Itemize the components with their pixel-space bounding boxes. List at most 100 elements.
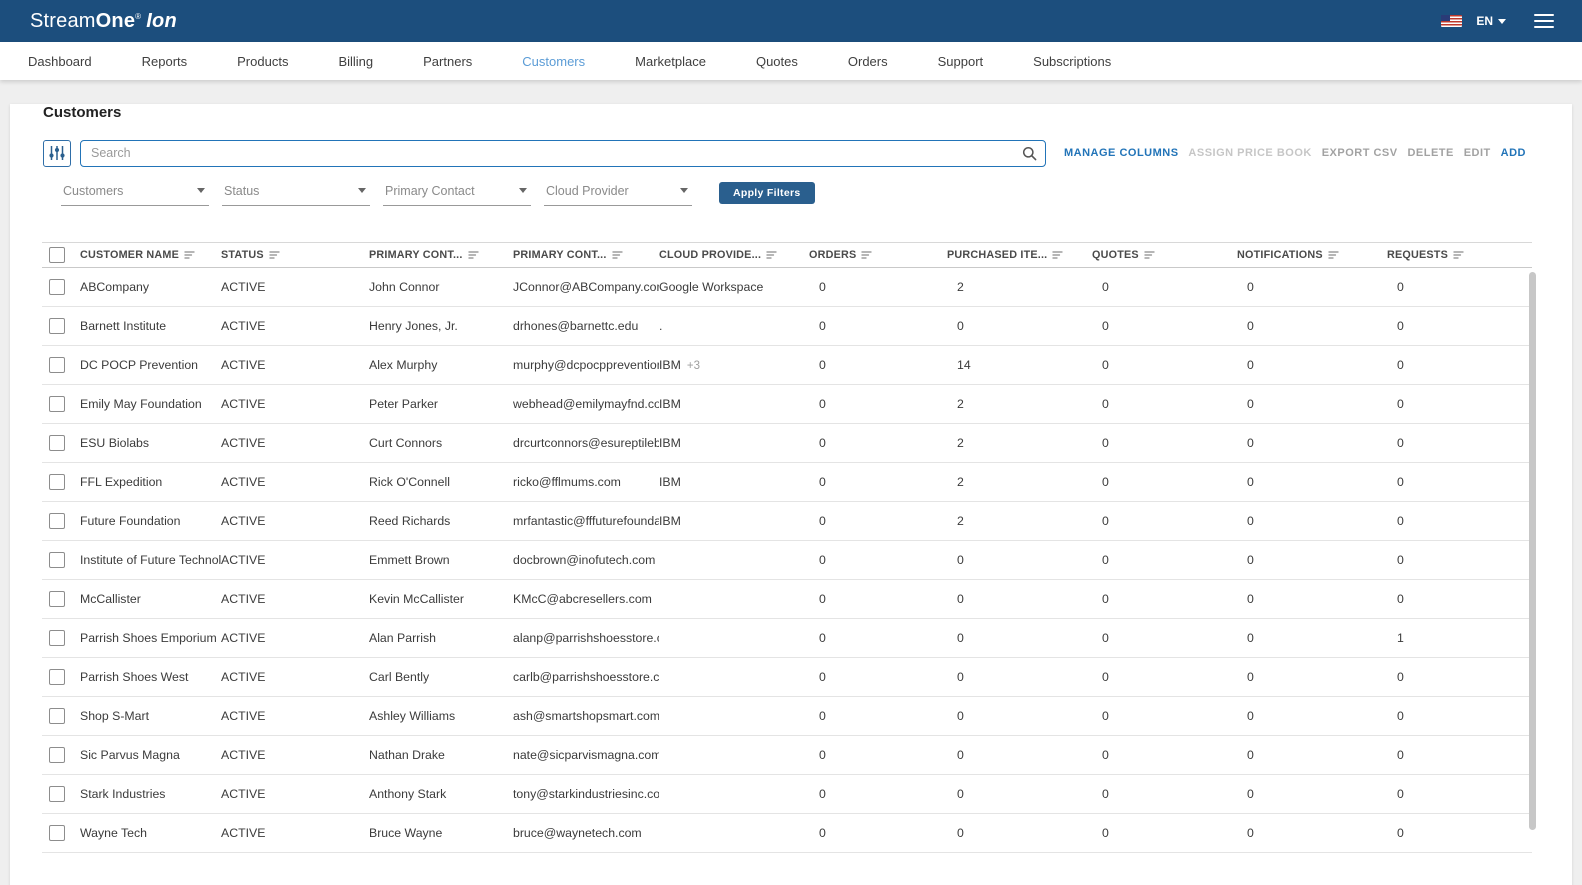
column-header-4-cloud-provide[interactable]: CLOUD PROVIDE... (659, 249, 799, 261)
language-selector[interactable]: EN (1476, 14, 1506, 28)
cell-status: ACTIVE (221, 709, 369, 723)
filters-row: Customers Status Primary Contact Cloud P… (61, 180, 1572, 206)
nav-item-products[interactable]: Products (237, 54, 288, 69)
row-checkbox[interactable] (49, 708, 65, 724)
edit-button[interactable]: EDIT (1464, 147, 1491, 159)
column-header-8-notifications[interactable]: NOTIFICATIONS (1227, 249, 1377, 261)
cell-customer-name: FFL Expedition (80, 475, 221, 489)
nav-item-quotes[interactable]: Quotes (756, 54, 798, 69)
cell-requests: 0 (1377, 358, 1532, 372)
table-row[interactable]: ESU Biolabs ACTIVE Curt Connors drcurtco… (42, 424, 1532, 463)
header-checkbox-cell (42, 247, 80, 263)
column-header-3-primary-cont[interactable]: PRIMARY CONT... (513, 249, 659, 261)
sort-icon[interactable] (1052, 250, 1064, 260)
nav-item-dashboard[interactable]: Dashboard (28, 54, 92, 69)
sort-icon[interactable] (1453, 250, 1465, 260)
cell-primary-contact-email: mrfantastic@fffuturefoundatio... (513, 514, 659, 528)
status-dropdown[interactable]: Status (222, 180, 370, 206)
row-checkbox[interactable] (49, 435, 65, 451)
table-row[interactable]: Future Foundation ACTIVE Reed Richards m… (42, 502, 1532, 541)
cell-quotes: 0 (1082, 670, 1227, 684)
search-input[interactable] (80, 140, 1046, 167)
search-icon[interactable] (1022, 146, 1037, 161)
cell-cloud-provider: Google Workspace (659, 280, 799, 294)
table-scrollbar[interactable] (1529, 272, 1536, 830)
table-row[interactable]: Wayne Tech ACTIVE Bruce Wayne bruce@wayn… (42, 814, 1532, 853)
table-row[interactable]: McCallister ACTIVE Kevin McCallister KMc… (42, 580, 1532, 619)
table-row[interactable]: Stark Industries ACTIVE Anthony Stark to… (42, 775, 1532, 814)
sort-icon[interactable] (766, 250, 778, 260)
sort-icon[interactable] (1328, 250, 1340, 260)
app-logo[interactable]: StreamOne®Ion (30, 10, 177, 33)
cell-orders: 0 (799, 397, 937, 411)
menu-icon[interactable] (1534, 14, 1554, 28)
row-checkbox[interactable] (49, 591, 65, 607)
manage-columns-button[interactable]: MANAGE COLUMNS (1064, 147, 1179, 159)
sort-icon[interactable] (468, 250, 480, 260)
row-checkbox[interactable] (49, 357, 65, 373)
table-row[interactable]: FFL Expedition ACTIVE Rick O'Connell ric… (42, 463, 1532, 502)
column-header-0-customer-name[interactable]: CUSTOMER NAME (80, 249, 221, 261)
cell-notifications: 0 (1227, 358, 1377, 372)
row-checkbox[interactable] (49, 669, 65, 685)
nav-item-billing[interactable]: Billing (338, 54, 373, 69)
sort-icon[interactable] (184, 250, 196, 260)
row-checkbox[interactable] (49, 396, 65, 412)
customers-dropdown[interactable]: Customers (61, 180, 209, 206)
sort-icon[interactable] (612, 250, 624, 260)
nav-item-partners[interactable]: Partners (423, 54, 472, 69)
column-header-1-status[interactable]: STATUS (221, 249, 369, 261)
nav-item-reports[interactable]: Reports (142, 54, 188, 69)
table-row[interactable]: Parrish Shoes Emporium ACTIVE Alan Parri… (42, 619, 1532, 658)
select-all-checkbox[interactable] (49, 247, 65, 263)
table-row[interactable]: Emily May Foundation ACTIVE Peter Parker… (42, 385, 1532, 424)
row-checkbox[interactable] (49, 747, 65, 763)
nav-item-support[interactable]: Support (938, 54, 984, 69)
row-checkbox[interactable] (49, 513, 65, 529)
column-header-6-purchased-ite[interactable]: PURCHASED ITE... (937, 249, 1082, 261)
table-row[interactable]: Shop S-Mart ACTIVE Ashley Williams ash@s… (42, 697, 1532, 736)
primary-contact-dropdown[interactable]: Primary Contact (383, 180, 531, 206)
sort-icon[interactable] (861, 250, 873, 260)
table-row[interactable]: Sic Parvus Magna ACTIVE Nathan Drake nat… (42, 736, 1532, 775)
cell-primary-contact-email: bruce@waynetech.com (513, 826, 659, 840)
column-header-9-requests[interactable]: REQUESTS (1377, 249, 1532, 261)
cell-requests: 0 (1377, 748, 1532, 762)
assign-price-book-button[interactable]: ASSIGN PRICE BOOK (1188, 147, 1311, 159)
nav-item-customers[interactable]: Customers (522, 54, 585, 69)
nav-item-orders[interactable]: Orders (848, 54, 888, 69)
row-checkbox[interactable] (49, 279, 65, 295)
cell-orders: 0 (799, 553, 937, 567)
cell-requests: 0 (1377, 280, 1532, 294)
export-csv-button[interactable]: EXPORT CSV (1322, 147, 1398, 159)
cell-primary-contact-name: Anthony Stark (369, 787, 513, 801)
column-header-7-quotes[interactable]: QUOTES (1082, 249, 1227, 261)
add-button[interactable]: ADD (1501, 147, 1526, 159)
table-row[interactable]: Parrish Shoes West ACTIVE Carl Bently ca… (42, 658, 1532, 697)
chevron-down-icon (519, 188, 527, 193)
row-checkbox[interactable] (49, 786, 65, 802)
nav-item-subscriptions[interactable]: Subscriptions (1033, 54, 1111, 69)
sort-icon[interactable] (1144, 250, 1156, 260)
delete-button[interactable]: DELETE (1407, 147, 1453, 159)
sort-icon[interactable] (269, 250, 281, 260)
table-row[interactable]: ABCompany ACTIVE John Connor JConnor@ABC… (42, 268, 1532, 307)
row-checkbox[interactable] (49, 825, 65, 841)
cell-orders: 0 (799, 748, 937, 762)
logo-ion: Ion (146, 10, 177, 32)
column-header-2-primary-cont[interactable]: PRIMARY CONT... (369, 249, 513, 261)
apply-filters-button[interactable]: Apply Filters (719, 182, 815, 204)
filter-toggle-button[interactable] (43, 140, 71, 167)
row-checkbox[interactable] (49, 630, 65, 646)
column-header-5-orders[interactable]: ORDERS (799, 249, 937, 261)
row-checkbox[interactable] (49, 474, 65, 490)
cell-orders: 0 (799, 475, 937, 489)
row-checkbox[interactable] (49, 318, 65, 334)
table-row[interactable]: Institute of Future Technology ACTIVE Em… (42, 541, 1532, 580)
table-row[interactable]: DC POCP Prevention ACTIVE Alex Murphy mu… (42, 346, 1532, 385)
row-checkbox[interactable] (49, 552, 65, 568)
cloud-provider-dropdown[interactable]: Cloud Provider (544, 180, 692, 206)
table-row[interactable]: Barnett Institute ACTIVE Henry Jones, Jr… (42, 307, 1532, 346)
nav-item-marketplace[interactable]: Marketplace (635, 54, 706, 69)
cell-status: ACTIVE (221, 631, 369, 645)
